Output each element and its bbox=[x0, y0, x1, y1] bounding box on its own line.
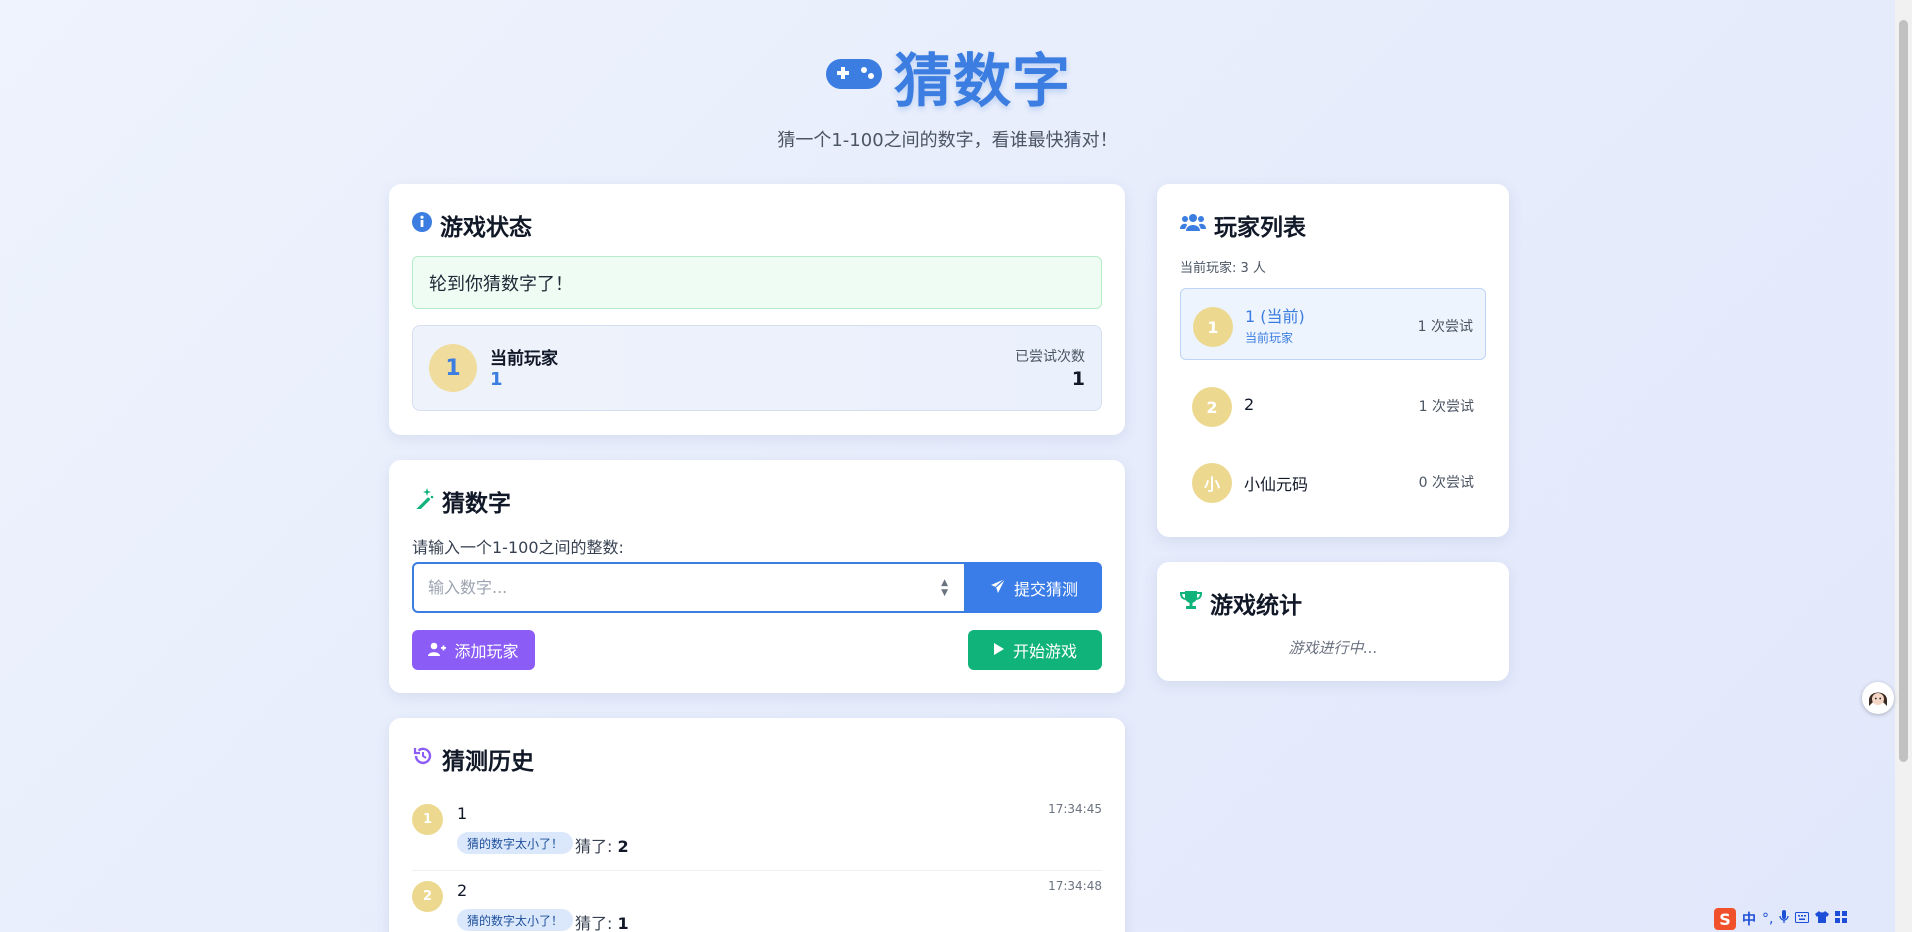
history-item: 1 1 17:34:45 猜的数字太小了！ 猜了: 2 bbox=[412, 800, 1102, 872]
player-item[interactable]: 2 2 1 次尝试 bbox=[1180, 369, 1486, 441]
submit-guess-label: 提交猜测 bbox=[1013, 579, 1078, 599]
number-stepper-icon[interactable]: ▲ ▼ bbox=[941, 578, 948, 598]
page-subtitle: 猜一个1-100之间的数字，看谁最快猜对！ bbox=[777, 130, 1118, 151]
player-count: 当前玩家: 3 人 bbox=[1180, 261, 1266, 276]
player-name: 2 bbox=[1244, 395, 1255, 414]
history-time: 17:34:48 bbox=[1048, 879, 1102, 893]
history-time: 17:34:45 bbox=[1048, 802, 1102, 816]
history-item: 2 2 17:34:48 猜的数字太小了！ 猜了: 1 bbox=[412, 877, 1102, 932]
page-scrollbar[interactable] bbox=[1895, 0, 1912, 932]
game-stats-text: 游戏进行中... bbox=[1288, 639, 1378, 657]
users-icon bbox=[1180, 212, 1206, 238]
player-current-tag: 当前玩家 bbox=[1245, 331, 1294, 345]
history-guess-label: 猜了: bbox=[575, 914, 613, 932]
game-status-card: 游戏状态 轮到你猜数字了！ 1 当前玩家 1 已尝试次数 1 bbox=[389, 184, 1125, 435]
page-header: 猜数字 猜一个1-100之间的数字，看谁最快猜对！ bbox=[0, 38, 1895, 152]
play-icon bbox=[993, 641, 1005, 660]
attempts-label: 已尝试次数 bbox=[1015, 349, 1085, 365]
paper-plane-icon bbox=[990, 578, 1006, 598]
title-row: 猜数字 bbox=[0, 38, 1895, 115]
player-attempts: 1 次尝试 bbox=[1418, 399, 1474, 415]
page-title: 猜数字 bbox=[893, 47, 1071, 115]
player-name: 1 (当前) bbox=[1245, 307, 1305, 326]
guess-input-label: 请输入一个1-100之间的整数: bbox=[412, 538, 624, 557]
history-title: 猜测历史 bbox=[442, 749, 534, 775]
submit-guess-button[interactable]: 提交猜测 bbox=[966, 562, 1102, 613]
ime-logo-icon[interactable]: S bbox=[1714, 908, 1736, 930]
add-player-label: 添加玩家 bbox=[454, 642, 519, 661]
guess-history-card: 猜测历史 1 1 17:34:45 猜的数字太小了！ 猜了: 2 2 2 17:… bbox=[389, 718, 1125, 932]
history-result-badge: 猜的数字太小了！ bbox=[457, 832, 574, 854]
start-game-button[interactable]: 开始游戏 bbox=[968, 630, 1102, 670]
game-stats-title: 游戏统计 bbox=[1210, 593, 1302, 619]
guess-card: 猜数字 请输入一个1-100之间的整数: ▲▼ 提交猜测 添加玩家 开始游戏 bbox=[389, 460, 1125, 693]
player-name: 小仙元码 bbox=[1244, 475, 1309, 494]
guess-input[interactable] bbox=[414, 577, 910, 598]
trophy-icon bbox=[1179, 589, 1203, 617]
player-avatar: 小 bbox=[1192, 463, 1232, 503]
game-stats-card: 游戏统计 游戏进行中... bbox=[1157, 562, 1509, 681]
history-guess-label: 猜了: bbox=[575, 837, 613, 856]
scrollbar-thumb[interactable] bbox=[1899, 20, 1908, 762]
add-player-button[interactable]: 添加玩家 bbox=[412, 630, 535, 670]
history-divider bbox=[412, 870, 1102, 871]
ime-language-toggle[interactable]: 中 bbox=[1742, 909, 1756, 929]
current-player-avatar: 1 bbox=[429, 344, 477, 392]
history-result-badge: 猜的数字太小了！ bbox=[457, 909, 574, 931]
start-game-label: 开始游戏 bbox=[1012, 642, 1077, 661]
guess-heading: 猜数字 bbox=[412, 484, 511, 518]
player-list-title: 玩家列表 bbox=[1214, 215, 1306, 241]
player-avatar: 2 bbox=[1192, 387, 1232, 427]
player-list-heading: 玩家列表 bbox=[1180, 208, 1306, 242]
history-avatar: 2 bbox=[412, 881, 443, 912]
keyboard-icon[interactable] bbox=[1795, 911, 1810, 927]
history-avatar: 1 bbox=[412, 804, 443, 835]
history-guess-value: 1 bbox=[617, 914, 629, 932]
user-plus-icon bbox=[428, 641, 447, 660]
attempts-value: 1 bbox=[1071, 368, 1085, 390]
player-attempts: 0 次尝试 bbox=[1418, 475, 1474, 491]
game-stats-heading: 游戏统计 bbox=[1179, 586, 1302, 620]
status-message: 轮到你猜数字了！ bbox=[412, 256, 1102, 309]
player-list-card: 玩家列表 当前玩家: 3 人 1 1 (当前) 当前玩家 1 次尝试 2 2 1… bbox=[1157, 184, 1509, 537]
magic-wand-icon bbox=[412, 487, 434, 515]
history-guess-value: 2 bbox=[617, 837, 629, 856]
history-icon bbox=[412, 745, 434, 773]
current-player-name: 1 bbox=[490, 369, 503, 390]
microphone-icon[interactable] bbox=[1779, 910, 1790, 928]
player-item-current[interactable]: 1 1 (当前) 当前玩家 1 次尝试 bbox=[1180, 288, 1486, 360]
guess-input-wrapper: ▲▼ bbox=[412, 562, 966, 613]
guess-title: 猜数字 bbox=[442, 491, 511, 517]
assistant-avatar-icon[interactable] bbox=[1862, 682, 1894, 714]
player-attempts: 1 次尝试 bbox=[1417, 319, 1473, 335]
gamepad-icon bbox=[824, 55, 884, 97]
player-avatar: 1 bbox=[1193, 307, 1233, 347]
ime-toolbar: S 中 °, bbox=[1714, 906, 1895, 932]
ime-punctuation-icon[interactable]: °, bbox=[1762, 911, 1773, 927]
history-player-name: 2 bbox=[457, 881, 468, 900]
info-icon bbox=[412, 212, 432, 238]
history-guess: 猜了: 2 bbox=[575, 833, 629, 857]
skin-shirt-icon[interactable] bbox=[1815, 911, 1830, 927]
current-player-label: 当前玩家 bbox=[490, 349, 558, 369]
history-heading: 猜测历史 bbox=[412, 742, 534, 776]
current-player-box: 1 当前玩家 1 已尝试次数 1 bbox=[412, 325, 1102, 411]
history-guess: 猜了: 1 bbox=[575, 910, 629, 932]
game-status-heading: 游戏状态 bbox=[412, 208, 532, 242]
history-player-name: 1 bbox=[457, 804, 468, 823]
grid-menu-icon[interactable] bbox=[1835, 911, 1848, 927]
game-status-title: 游戏状态 bbox=[440, 215, 532, 241]
player-item[interactable]: 小 小仙元码 0 次尝试 bbox=[1180, 445, 1486, 517]
